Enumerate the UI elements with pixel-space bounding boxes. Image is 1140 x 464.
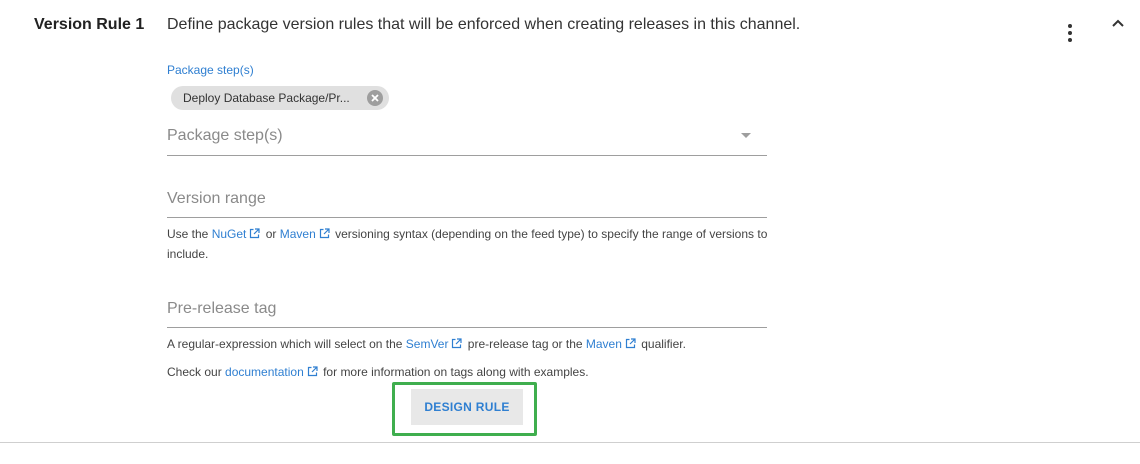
menu-dot <box>1068 24 1072 28</box>
prerelease-tag-help: A regular-expression which will select o… <box>167 334 686 354</box>
semver-link[interactable]: SemVer <box>406 337 449 351</box>
version-range-input[interactable]: Version range <box>167 190 767 218</box>
help-text: or <box>262 227 280 241</box>
help-text: A regular-expression which will select o… <box>167 337 406 351</box>
version-range-help: Use the NuGet or Maven versioning syntax… <box>167 224 777 264</box>
documentation-link[interactable]: documentation <box>225 365 304 379</box>
external-link-icon <box>452 338 463 349</box>
external-link-icon <box>250 228 260 239</box>
cancel-icon[interactable] <box>367 90 383 106</box>
chip-label: Deploy Database Package/Pr... <box>183 91 350 105</box>
help-text: Use the <box>167 227 212 241</box>
maven-link[interactable]: Maven <box>280 227 316 241</box>
external-link-icon <box>307 366 318 377</box>
maven-link[interactable]: Maven <box>586 337 622 351</box>
package-steps-label: Package step(s) <box>167 63 254 77</box>
documentation-help: Check our documentation for more informa… <box>167 362 589 382</box>
arrow-drop-down-icon[interactable] <box>741 133 751 138</box>
chevron-up-icon[interactable] <box>1108 14 1128 34</box>
section-divider <box>0 442 1140 443</box>
rule-title: Version Rule 1 <box>34 16 145 33</box>
menu-dot <box>1068 38 1072 42</box>
prerelease-tag-input[interactable]: Pre-release tag <box>167 300 767 328</box>
more-options-icon[interactable] <box>1060 22 1080 44</box>
help-text: for more information on tags along with … <box>319 365 589 379</box>
help-text: pre-release tag or the <box>464 337 586 351</box>
package-step-chip[interactable]: Deploy Database Package/Pr... <box>171 86 389 110</box>
version-range-placeholder: Version range <box>167 190 266 207</box>
prerelease-tag-placeholder: Pre-release tag <box>167 300 277 317</box>
design-rule-button[interactable]: DESIGN RULE <box>411 389 523 425</box>
nuget-link[interactable]: NuGet <box>212 227 247 241</box>
help-text: Check our <box>167 365 226 379</box>
external-link-icon <box>319 228 330 239</box>
package-steps-select[interactable]: Package step(s) <box>167 127 767 156</box>
menu-dot <box>1068 31 1072 35</box>
help-text: qualifier. <box>637 337 686 351</box>
rule-description: Define package version rules that will b… <box>167 16 801 33</box>
package-steps-placeholder: Package step(s) <box>167 127 283 144</box>
external-link-icon <box>625 338 636 349</box>
